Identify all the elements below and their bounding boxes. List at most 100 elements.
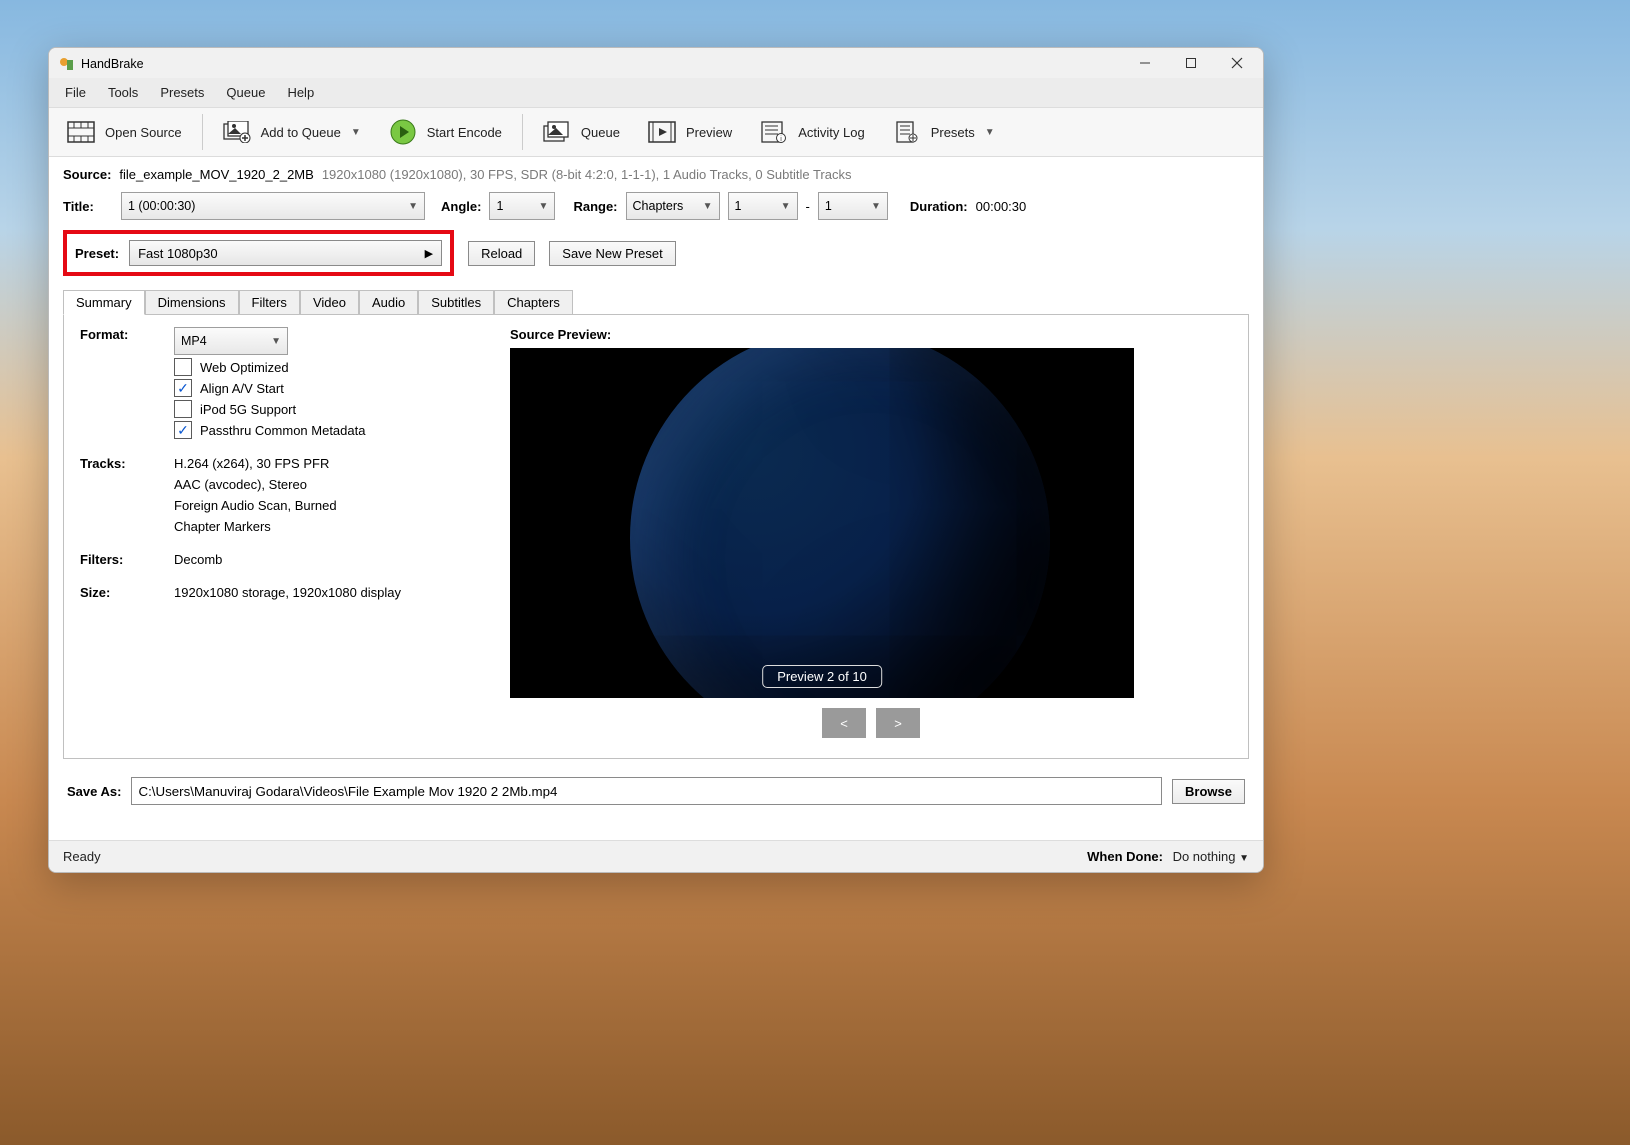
tab-filters[interactable]: Filters <box>239 290 300 315</box>
tab-chapters[interactable]: Chapters <box>494 290 573 315</box>
add-queue-button[interactable]: Add to Queue ▼ <box>211 115 373 149</box>
queue-button[interactable]: Queue <box>531 115 632 149</box>
web-optimized-checkbox[interactable]: Web Optimized <box>174 358 480 376</box>
format-value: MP4 <box>181 334 207 348</box>
preview-next-button[interactable]: > <box>876 708 920 738</box>
close-button[interactable] <box>1223 57 1251 72</box>
chevron-down-icon: ▼ <box>351 127 361 138</box>
range-from-value: 1 <box>735 199 742 213</box>
chevron-down-icon: ▼ <box>781 201 791 212</box>
filters-label: Filters: <box>80 552 174 567</box>
open-source-label: Open Source <box>105 125 182 140</box>
tab-video[interactable]: Video <box>300 290 359 315</box>
when-done-select[interactable]: Do nothing ▼ <box>1173 849 1249 864</box>
track-line: H.264 (x264), 30 FPS PFR <box>174 456 480 471</box>
range-to-select[interactable]: 1▼ <box>818 192 888 220</box>
preview-index-label: Preview 2 of 10 <box>762 665 882 688</box>
preset-label: Preset: <box>75 246 119 261</box>
minimize-button[interactable] <box>1131 57 1159 72</box>
tab-audio[interactable]: Audio <box>359 290 418 315</box>
menu-help[interactable]: Help <box>277 82 324 103</box>
presets-button[interactable]: Presets ▼ <box>881 115 1007 149</box>
menu-presets[interactable]: Presets <box>150 82 214 103</box>
tab-summary[interactable]: Summary <box>63 290 145 315</box>
preset-select[interactable]: Fast 1080p30 ▶ <box>129 240 442 266</box>
preview-button[interactable]: Preview <box>636 115 744 149</box>
range-label: Range: <box>573 199 617 214</box>
tab-subtitles[interactable]: Subtitles <box>418 290 494 315</box>
angle-value: 1 <box>496 199 503 213</box>
source-label: Source: <box>63 167 111 182</box>
track-line: Foreign Audio Scan, Burned <box>174 498 480 513</box>
chevron-down-icon: ▼ <box>408 201 418 212</box>
saveas-input[interactable] <box>131 777 1162 805</box>
chevron-down-icon: ▼ <box>539 201 549 212</box>
browse-button[interactable]: Browse <box>1172 779 1245 804</box>
activity-log-button[interactable]: i Activity Log <box>748 115 876 149</box>
log-icon: i <box>760 121 788 143</box>
menu-queue[interactable]: Queue <box>216 82 275 103</box>
angle-select[interactable]: 1▼ <box>489 192 555 220</box>
angle-label: Angle: <box>441 199 481 214</box>
menu-tools[interactable]: Tools <box>98 82 148 103</box>
status-text: Ready <box>63 849 101 864</box>
tab-body: Format: MP4▼ Web Optimized ✓Align A/V St… <box>63 314 1249 759</box>
reload-button[interactable]: Reload <box>468 241 535 266</box>
open-source-button[interactable]: Open Source <box>55 115 194 149</box>
add-queue-label: Add to Queue <box>261 125 341 140</box>
title-select[interactable]: 1 (00:00:30) ▼ <box>121 192 425 220</box>
presets-icon <box>893 121 921 143</box>
app-icon <box>59 56 75 72</box>
align-av-checkbox[interactable]: ✓Align A/V Start <box>174 379 480 397</box>
size-label: Size: <box>80 585 174 600</box>
play-icon <box>389 121 417 143</box>
menubar: File Tools Presets Queue Help <box>49 78 1263 108</box>
track-line: AAC (avcodec), Stereo <box>174 477 480 492</box>
format-label: Format: <box>80 327 174 442</box>
chevron-down-icon: ▼ <box>985 127 995 138</box>
maximize-button[interactable] <box>1177 57 1205 72</box>
arrow-right-icon: ▶ <box>425 247 433 260</box>
range-mode-select[interactable]: Chapters ▼ <box>626 192 720 220</box>
preview-icon <box>648 121 676 143</box>
title-label: Title: <box>63 199 113 214</box>
summary-left: Format: MP4▼ Web Optimized ✓Align A/V St… <box>80 327 480 738</box>
film-icon <box>67 121 95 143</box>
preview-prev-button[interactable]: < <box>822 708 866 738</box>
tracks-label: Tracks: <box>80 456 174 534</box>
range-dash: - <box>806 199 810 214</box>
preview-title: Source Preview: <box>510 327 1232 342</box>
range-from-select[interactable]: 1▼ <box>728 192 798 220</box>
save-preset-button[interactable]: Save New Preset <box>549 241 675 266</box>
separator <box>522 114 523 150</box>
menu-file[interactable]: File <box>55 82 96 103</box>
chevron-down-icon: ▼ <box>871 201 881 212</box>
start-encode-label: Start Encode <box>427 125 502 140</box>
preview-col: Source Preview: Preview 2 of 10 < > <box>510 327 1232 738</box>
source-details: 1920x1080 (1920x1080), 30 FPS, SDR (8-bi… <box>322 167 852 182</box>
tab-dimensions[interactable]: Dimensions <box>145 290 239 315</box>
pictures-add-icon <box>223 121 251 143</box>
pictures-icon <box>543 121 571 143</box>
titlebar: HandBrake <box>49 48 1263 78</box>
size-value: 1920x1080 storage, 1920x1080 display <box>174 585 480 600</box>
preset-value: Fast 1080p30 <box>138 246 218 261</box>
chevron-down-icon: ▼ <box>703 201 713 212</box>
filters-value: Decomb <box>174 552 480 567</box>
title-value: 1 (00:00:30) <box>128 199 195 213</box>
content: Source: file_example_MOV_1920_2_2MB 1920… <box>49 157 1263 840</box>
separator <box>202 114 203 150</box>
passthru-checkbox[interactable]: ✓Passthru Common Metadata <box>174 421 480 439</box>
range-to-value: 1 <box>825 199 832 213</box>
ipod-checkbox[interactable]: iPod 5G Support <box>174 400 480 418</box>
start-encode-button[interactable]: Start Encode <box>377 115 514 149</box>
app-title: HandBrake <box>81 57 144 71</box>
range-mode-value: Chapters <box>633 199 684 213</box>
source-file: file_example_MOV_1920_2_2MB <box>119 167 313 182</box>
tabs: Summary Dimensions Filters Video Audio S… <box>63 290 1249 315</box>
activity-log-label: Activity Log <box>798 125 864 140</box>
preset-highlight: Preset: Fast 1080p30 ▶ <box>63 230 454 276</box>
statusbar: Ready When Done: Do nothing ▼ <box>49 840 1263 872</box>
chevron-down-icon: ▼ <box>1239 853 1249 864</box>
format-select[interactable]: MP4▼ <box>174 327 288 355</box>
